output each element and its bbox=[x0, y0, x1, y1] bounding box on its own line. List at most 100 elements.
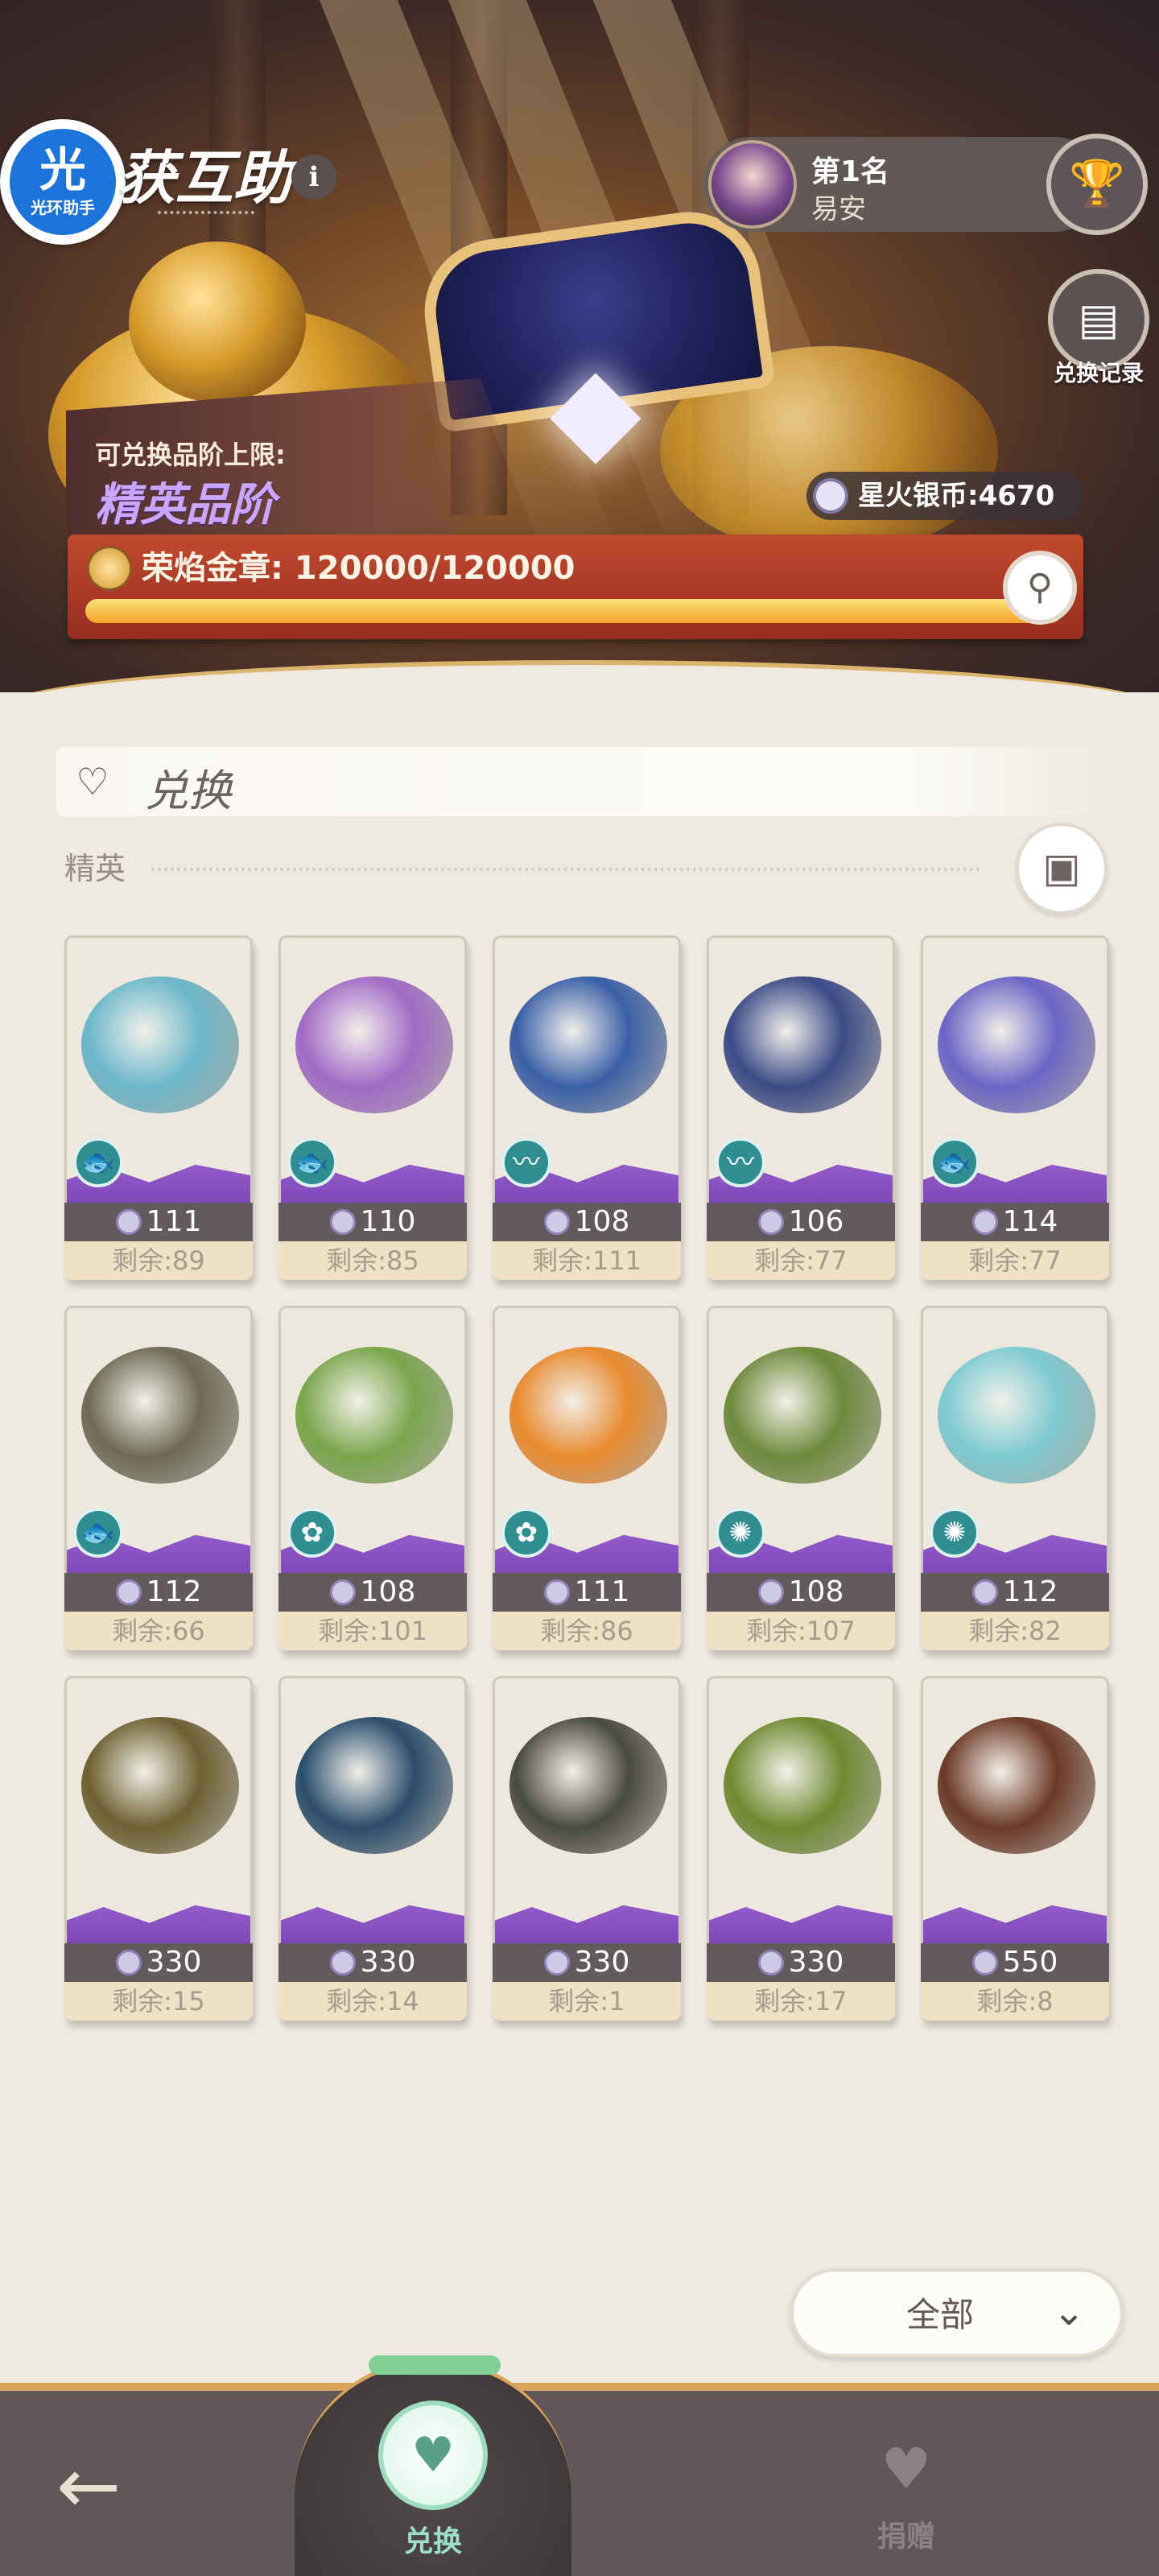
item-remaining: 剩余:82 bbox=[921, 1612, 1109, 1650]
silver-coin-icon bbox=[971, 1579, 998, 1605]
creature-image bbox=[724, 1347, 881, 1484]
logo-char: 光 bbox=[39, 142, 86, 197]
item-card[interactable]: 🐟 112 剩余:66 bbox=[64, 1306, 253, 1652]
item-price: 330 bbox=[707, 1943, 895, 1982]
item-price-value: 114 bbox=[1002, 1205, 1058, 1238]
item-card[interactable]: 330 剩余:15 bbox=[64, 1676, 253, 2022]
item-remaining: 剩余:86 bbox=[493, 1612, 681, 1650]
item-remaining: 剩余:66 bbox=[64, 1612, 253, 1650]
item-price: 108 bbox=[493, 1203, 681, 1241]
back-arrow-icon[interactable]: ← bbox=[56, 2446, 121, 2526]
item-card[interactable]: 330 剩余:17 bbox=[707, 1676, 895, 2022]
item-card[interactable]: 〰 106 剩余:77 bbox=[707, 935, 895, 1282]
page-title: 获互助 bbox=[118, 143, 292, 212]
item-remaining: 剩余:111 bbox=[493, 1241, 681, 1280]
item-card[interactable]: ✿ 108 剩余:101 bbox=[278, 1306, 467, 1652]
trophy-icon[interactable]: 🏆 bbox=[1046, 134, 1148, 235]
item-art: ✿ bbox=[493, 1306, 681, 1610]
app-logo[interactable]: 光 光环助手 bbox=[0, 119, 126, 245]
item-card[interactable]: 330 剩余:14 bbox=[278, 1676, 467, 2022]
silver-coin-icon bbox=[971, 1209, 998, 1235]
item-price: 112 bbox=[64, 1573, 253, 1612]
chest-icon[interactable]: ▣ bbox=[1016, 823, 1107, 914]
medal-progress-fill bbox=[85, 599, 1062, 623]
nav-donate-tab[interactable]: ♥ 捐赠 bbox=[842, 2425, 971, 2555]
item-price: 112 bbox=[921, 1573, 1109, 1612]
creature-image bbox=[295, 1347, 453, 1484]
silver-coin-icon bbox=[115, 1579, 142, 1605]
item-price: 110 bbox=[278, 1203, 467, 1241]
item-card[interactable]: 330 剩余:1 bbox=[493, 1676, 681, 2022]
item-art bbox=[707, 1676, 895, 1980]
double-chevron-down-icon: ⌄ bbox=[1053, 2289, 1086, 2334]
search-icon[interactable]: ⚲ bbox=[1003, 551, 1077, 625]
section-header: ♡ 兑换 bbox=[56, 747, 1103, 816]
nav-exchange-label: 兑换 bbox=[403, 2525, 462, 2558]
item-card[interactable]: 🐟 111 剩余:89 bbox=[64, 935, 253, 1282]
item-art: 🐟 bbox=[921, 935, 1109, 1240]
octopus-type-icon: ✺ bbox=[930, 1508, 980, 1558]
item-price-value: 111 bbox=[574, 1575, 630, 1608]
silver-coin-icon bbox=[329, 1579, 356, 1605]
item-card[interactable]: 550 剩余:8 bbox=[921, 1676, 1109, 2022]
item-art: ✿ bbox=[278, 1306, 467, 1610]
eel-type-icon: 〰 bbox=[716, 1137, 765, 1187]
silver-coin-icon bbox=[543, 1950, 570, 1975]
item-card[interactable]: ✿ 111 剩余:86 bbox=[493, 1306, 681, 1652]
silver-coin-icon bbox=[757, 1209, 784, 1235]
coral-type-icon: ✿ bbox=[501, 1508, 551, 1558]
item-price-value: 330 bbox=[146, 1946, 202, 1979]
fish-type-icon: 🐟 bbox=[73, 1508, 123, 1558]
heart-exchange-icon: ♡ bbox=[76, 760, 109, 803]
silver-coin-icon bbox=[115, 1209, 142, 1235]
item-art: 〰 bbox=[707, 935, 895, 1240]
item-card[interactable]: 🐟 110 剩余:85 bbox=[278, 935, 467, 1282]
bottom-nav bbox=[0, 2383, 1159, 2576]
item-art: ✺ bbox=[921, 1306, 1109, 1610]
item-price: 550 bbox=[921, 1943, 1109, 1982]
item-card[interactable]: ✺ 108 剩余:107 bbox=[707, 1306, 895, 1652]
item-art bbox=[921, 1676, 1109, 1980]
item-price: 111 bbox=[493, 1573, 681, 1612]
item-card[interactable]: 〰 108 剩余:111 bbox=[493, 935, 681, 1282]
exchange-record-button[interactable]: ▤ 兑换记录 bbox=[1046, 269, 1151, 390]
item-art: 🐟 bbox=[64, 935, 253, 1240]
gold-medal-icon bbox=[87, 546, 132, 591]
silver-coin-icon bbox=[543, 1579, 570, 1605]
item-art: 〰 bbox=[493, 935, 681, 1240]
item-price-value: 111 bbox=[146, 1205, 202, 1238]
item-remaining: 剩余:107 bbox=[707, 1612, 895, 1650]
medal-progress-track bbox=[85, 599, 1062, 623]
item-remaining: 剩余:1 bbox=[493, 1982, 681, 2021]
item-price: 108 bbox=[278, 1573, 467, 1612]
item-art bbox=[278, 1676, 467, 1980]
silver-coin-icon bbox=[115, 1950, 142, 1975]
item-price-value: 110 bbox=[360, 1205, 416, 1238]
logo-subtitle: 光环助手 bbox=[31, 194, 95, 218]
item-remaining: 剩余:85 bbox=[278, 1241, 467, 1280]
item-card[interactable]: 🐟 114 剩余:77 bbox=[921, 935, 1109, 1282]
item-price: 330 bbox=[493, 1943, 681, 1982]
item-art bbox=[493, 1676, 681, 1980]
heart-hand-icon: ♥ bbox=[881, 2436, 932, 2502]
rank-panel[interactable]: 第1名 易安 bbox=[703, 137, 1103, 232]
silver-coin-icon bbox=[329, 1209, 356, 1235]
octopus-type-icon: ✺ bbox=[716, 1508, 765, 1558]
medal-progress-text: 荣焰金章: 120000/120000 bbox=[142, 550, 575, 587]
medal-progress-panel: 荣焰金章: 120000/120000 bbox=[68, 535, 1083, 639]
tier-value: 精英品阶 bbox=[95, 478, 275, 531]
info-icon[interactable]: i bbox=[291, 155, 336, 200]
filter-dropdown[interactable]: 全部 ⌄ bbox=[790, 2268, 1124, 2357]
item-remaining: 剩余:89 bbox=[64, 1241, 253, 1280]
creature-image bbox=[509, 976, 667, 1113]
silver-coin-text: 星火银币:4670 bbox=[858, 480, 1055, 512]
item-remaining: 剩余:101 bbox=[278, 1612, 467, 1650]
section-title: 兑换 bbox=[145, 766, 232, 816]
item-art bbox=[64, 1676, 253, 1980]
title-underline bbox=[158, 211, 254, 214]
item-card[interactable]: ✺ 112 剩余:82 bbox=[921, 1306, 1109, 1652]
gold-pile bbox=[129, 242, 306, 402]
creature-image bbox=[509, 1717, 667, 1854]
item-price: 330 bbox=[64, 1943, 253, 1982]
creature-image bbox=[295, 1717, 453, 1854]
